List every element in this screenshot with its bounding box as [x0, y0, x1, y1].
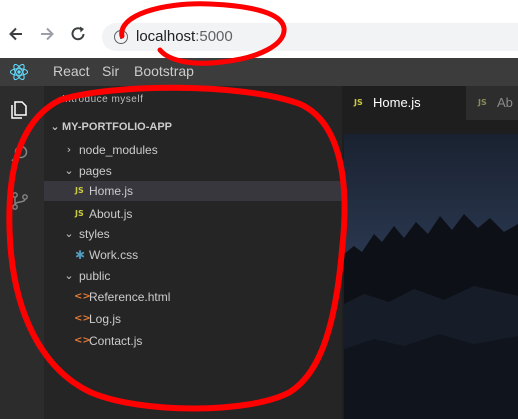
editor-area	[342, 120, 518, 419]
tab-label: Ab	[497, 95, 513, 110]
menu-item-bootstrap[interactable]: Bootstrap	[134, 63, 194, 79]
js-file-icon: JS	[75, 209, 84, 218]
chevron-right-icon: ›	[66, 143, 72, 156]
tree-item-work-css[interactable]: ✱ Work.css	[44, 245, 342, 265]
js-file-icon: JS	[75, 186, 84, 195]
tree-item-about-js[interactable]: JS About.js	[44, 204, 342, 224]
menu-item-react[interactable]: React	[53, 63, 90, 79]
tree-item-log-js[interactable]: <> Log.js	[44, 309, 342, 329]
chevron-down-icon: ⌄	[64, 269, 74, 282]
tree-item-public[interactable]: ⌄ public	[44, 266, 342, 286]
mountain-image	[344, 134, 518, 419]
tree-item-pages[interactable]: ⌄ pages	[44, 161, 342, 181]
tab-about-js[interactable]: JS Ab	[466, 86, 518, 120]
arrow-left-icon[interactable]	[6, 24, 26, 44]
search-icon[interactable]	[9, 143, 31, 170]
app-menubar: React Sir Bootstrap	[0, 58, 518, 86]
chevron-down-icon: ⌄	[64, 164, 74, 177]
js-file-icon: JS	[478, 98, 487, 107]
sidebar-partial-header: Introduce myself	[62, 94, 144, 105]
tree-item-label: public	[79, 269, 111, 283]
js-file-icon: JS	[354, 98, 363, 107]
tree-item-label: Log.js	[89, 312, 122, 326]
tree-root[interactable]: ⌄ MY-PORTFOLIO-APP	[44, 117, 342, 137]
tree-item-node-modules[interactable]: › node_modules	[44, 140, 342, 160]
info-icon[interactable]: i	[114, 30, 128, 44]
editor-tabs: JS Home.js JS Ab	[342, 86, 518, 120]
tree-item-label: Reference.html	[89, 290, 171, 304]
tree-item-label: Work.css	[89, 248, 139, 262]
css-file-icon: ✱	[75, 248, 86, 262]
chevron-down-icon: ⌄	[50, 120, 60, 133]
react-logo-icon	[9, 62, 29, 87]
tab-home-js[interactable]: JS Home.js	[342, 86, 466, 120]
tree-item-label: Contact.js	[89, 334, 143, 348]
explorer-sidebar: Introduce myself ⌄ MY-PORTFOLIO-APP › no…	[44, 86, 342, 419]
reload-icon[interactable]	[68, 24, 88, 44]
tree-item-label: node_modules	[79, 143, 158, 157]
activity-bar	[0, 86, 44, 419]
arrow-right-icon[interactable]	[37, 24, 57, 44]
tree-root-label: MY-PORTFOLIO-APP	[62, 121, 172, 133]
browser-toolbar: i localhost:5000	[0, 0, 518, 58]
tree-item-label: styles	[79, 227, 110, 241]
tree-item-reference-html[interactable]: <> Reference.html	[44, 287, 342, 307]
tree-item-home-js[interactable]: JS Home.js	[44, 181, 342, 201]
menu-item-sir[interactable]: Sir	[102, 63, 119, 79]
tree-item-label: Home.js	[89, 184, 134, 198]
url-port: :5000	[195, 28, 233, 45]
source-control-icon[interactable]	[9, 190, 31, 217]
tree-item-styles[interactable]: ⌄ styles	[44, 224, 342, 244]
url-text[interactable]: localhost:5000	[136, 28, 233, 45]
tree-item-contact-js[interactable]: <> Contact.js	[44, 331, 342, 351]
tree-item-label: pages	[79, 164, 112, 178]
tab-label: Home.js	[373, 95, 421, 110]
address-bar[interactable]: i localhost:5000	[102, 23, 518, 51]
tree-item-label: About.js	[89, 207, 133, 221]
chevron-down-icon: ⌄	[64, 227, 74, 240]
url-host: localhost	[136, 28, 196, 45]
files-icon[interactable]	[9, 99, 31, 126]
